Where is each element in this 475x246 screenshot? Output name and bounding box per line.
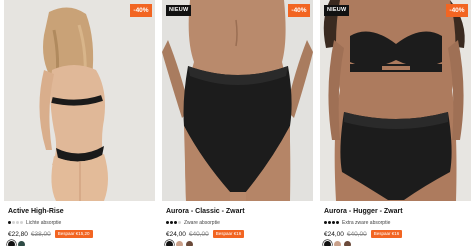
absorbency-indicator: Lichte absorptie (8, 219, 61, 226)
absorbency-dot (336, 221, 339, 224)
absorbency-dots (324, 221, 339, 224)
original-price: €40,00 (188, 230, 209, 238)
absorbency-dot (324, 221, 327, 224)
absorbency-dot (332, 221, 335, 224)
sale-price: €24,00 (166, 230, 186, 238)
absorbency-label: Zware absorptie (184, 219, 220, 226)
color-swatches (166, 241, 193, 246)
product-title[interactable]: Aurora - Classic - Zwart (166, 208, 245, 215)
absorbency-label: Lichte absorptie (26, 219, 62, 226)
absorbency-dot (20, 221, 23, 224)
absorbency-indicator: Extra zware absorptie (324, 219, 390, 226)
new-badge: NIEUW (324, 5, 350, 16)
color-swatches (324, 241, 351, 246)
absorbency-dot (328, 221, 331, 224)
color-swatch[interactable] (186, 241, 193, 246)
absorbency-dot (16, 221, 19, 224)
sale-price: €24,00 (324, 230, 344, 238)
absorbency-label: Extra zware absorptie (342, 219, 391, 226)
color-swatch[interactable] (166, 241, 173, 246)
product-card[interactable]: -40% Active High-Rise Lichte absorptie €… (4, 0, 155, 246)
absorbency-dots (166, 221, 181, 224)
product-card[interactable]: NIEUW -40% Aurora - Hugger - Zwart Extra… (320, 0, 471, 246)
absorbency-dot (12, 221, 15, 224)
color-swatch[interactable] (334, 241, 341, 246)
new-badge: NIEUW (166, 5, 192, 16)
color-swatches (8, 241, 25, 246)
product-image[interactable]: -40% (4, 0, 155, 201)
absorbency-dot (178, 221, 181, 224)
product-title[interactable]: Aurora - Hugger - Zwart (324, 208, 403, 215)
product-grid: -40% Active High-Rise Lichte absorptie €… (4, 0, 472, 246)
price-row: €22,80 €38,00 Bespaar €15,20 (8, 229, 93, 239)
absorbency-dot (174, 221, 177, 224)
savings-badge: Bespaar €16 (370, 230, 403, 238)
absorbency-dots (8, 221, 23, 224)
absorbency-dot (8, 221, 11, 224)
color-swatch[interactable] (18, 241, 25, 246)
sale-price: €22,80 (8, 230, 28, 238)
discount-badge: -40% (288, 4, 310, 17)
original-price: €40,00 (346, 230, 367, 238)
absorbency-dot (166, 221, 169, 224)
price-row: €24,00 €40,00 Bespaar €16 (324, 229, 403, 239)
savings-badge: Bespaar €16 (212, 230, 245, 238)
original-price: €38,00 (30, 230, 51, 238)
discount-badge: -40% (130, 4, 152, 17)
product-image[interactable]: NIEUW -40% (162, 0, 313, 201)
color-swatch[interactable] (8, 241, 15, 246)
color-swatch[interactable] (324, 241, 331, 246)
color-swatch[interactable] (176, 241, 183, 246)
product-card[interactable]: NIEUW -40% Aurora - Classic - Zwart Zwar… (162, 0, 313, 246)
price-row: €24,00 €40,00 Bespaar €16 (166, 229, 245, 239)
absorbency-indicator: Zware absorptie (166, 219, 220, 226)
savings-badge: Bespaar €15,20 (54, 230, 93, 238)
color-swatch[interactable] (344, 241, 351, 246)
product-image[interactable]: NIEUW -40% (320, 0, 471, 201)
discount-badge: -40% (446, 4, 468, 17)
product-title[interactable]: Active High-Rise (8, 208, 64, 215)
absorbency-dot (170, 221, 173, 224)
